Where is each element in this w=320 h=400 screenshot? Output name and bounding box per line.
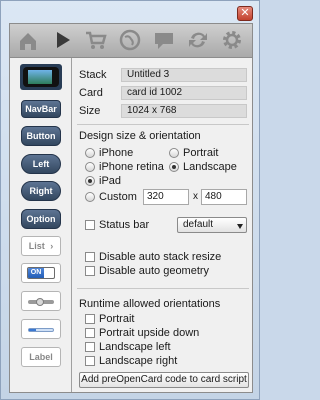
- palette-item-progress[interactable]: [28, 328, 54, 332]
- statusbar-checkbox[interactable]: [85, 220, 95, 230]
- radio-landscape-label[interactable]: Landscape: [183, 161, 237, 173]
- runtime-portrait-upside-down-checkbox[interactable]: [85, 328, 95, 338]
- close-icon[interactable]: ✕: [240, 7, 249, 19]
- window-frame: ✕ NavBar Button Left Right Option List ›…: [0, 0, 260, 400]
- radio-iphone-retina-label[interactable]: iPhone retina: [99, 161, 164, 173]
- add-preopencard-button[interactable]: Add preOpenCard code to card script: [79, 372, 249, 388]
- runtime-portrait-upside-down-label[interactable]: Portrait upside down: [99, 327, 199, 339]
- custom-times-label: x: [193, 191, 198, 202]
- radio-portrait-label[interactable]: Portrait: [183, 147, 218, 159]
- radio-custom[interactable]: [85, 192, 95, 202]
- palette-item-label[interactable]: Label: [21, 347, 61, 367]
- disable-geometry-checkbox[interactable]: [85, 266, 95, 276]
- stack-label: Stack: [79, 69, 107, 81]
- runtime-section-title: Runtime allowed orientations: [79, 298, 221, 310]
- radio-iphone-label[interactable]: iPhone: [99, 147, 133, 159]
- card-inspector: Stack Untitled 3 Card card id 1002 Size …: [73, 58, 253, 392]
- iphone-icon[interactable]: [23, 67, 59, 87]
- chevron-right-icon: ›: [50, 241, 54, 251]
- content-panel: NavBar Button Left Right Option List › O…: [9, 57, 253, 393]
- sync-icon[interactable]: [184, 26, 212, 54]
- chevron-down-icon: [237, 224, 243, 229]
- chat-icon[interactable]: [150, 26, 178, 54]
- palette-item-slider[interactable]: [28, 298, 54, 306]
- toolbar: [9, 23, 253, 57]
- divider: [77, 288, 249, 289]
- runtime-landscape-right-checkbox[interactable]: [85, 356, 95, 366]
- progress-fill: [29, 329, 37, 331]
- radio-iphone-retina[interactable]: [85, 162, 95, 172]
- disable-resize-label[interactable]: Disable auto stack resize: [99, 251, 221, 263]
- statusbar-select[interactable]: default: [177, 217, 247, 233]
- design-section-title: Design size & orientation: [79, 130, 201, 142]
- stack-value: Untitled 3: [121, 68, 247, 82]
- palette-item-left[interactable]: Left: [21, 154, 61, 174]
- palette-item-button[interactable]: Button: [21, 126, 61, 146]
- divider: [77, 124, 249, 125]
- disable-resize-checkbox[interactable]: [85, 252, 95, 262]
- palette-item-right[interactable]: Right: [21, 181, 61, 201]
- runtime-portrait-checkbox[interactable]: [85, 314, 95, 324]
- statusbar-select-value: default: [183, 219, 214, 230]
- custom-width-input[interactable]: 320: [143, 189, 189, 205]
- palette-item-list[interactable]: List ›: [21, 236, 61, 256]
- gear-icon[interactable]: [218, 26, 246, 54]
- runtime-landscape-left-checkbox[interactable]: [85, 342, 95, 352]
- runtime-portrait-label[interactable]: Portrait: [99, 313, 134, 325]
- radio-ipad[interactable]: [85, 176, 95, 186]
- play-icon[interactable]: [48, 26, 76, 54]
- radio-landscape[interactable]: [169, 162, 179, 172]
- disable-geometry-label[interactable]: Disable auto geometry: [99, 265, 209, 277]
- radio-iphone[interactable]: [85, 148, 95, 158]
- switch-on-label: ON: [28, 268, 44, 278]
- radio-ipad-label[interactable]: iPad: [99, 175, 121, 187]
- palette-item-switch[interactable]: ON: [27, 267, 55, 279]
- card-label: Card: [79, 87, 103, 99]
- list-label: List: [28, 241, 45, 251]
- runtime-landscape-left-label[interactable]: Landscape left: [99, 341, 171, 353]
- size-value: 1024 x 768: [121, 104, 247, 118]
- size-label: Size: [79, 105, 101, 117]
- statusbar-label[interactable]: Status bar: [99, 219, 149, 231]
- palette-item-option[interactable]: Option: [21, 209, 61, 229]
- radio-custom-label[interactable]: Custom: [99, 191, 137, 203]
- close-button[interactable]: ✕: [237, 6, 253, 21]
- runtime-landscape-right-label[interactable]: Landscape right: [99, 355, 177, 367]
- custom-height-input[interactable]: 480: [201, 189, 247, 205]
- radio-portrait[interactable]: [169, 148, 179, 158]
- globe-icon[interactable]: [116, 26, 144, 54]
- iphone-screen: [28, 70, 52, 84]
- object-palette: NavBar Button Left Right Option List › O…: [10, 58, 72, 392]
- cart-icon[interactable]: [82, 26, 110, 54]
- home-icon[interactable]: [14, 26, 42, 54]
- slider-thumb[interactable]: [35, 298, 44, 306]
- card-value: card id 1002: [121, 86, 247, 100]
- palette-item-navbar[interactable]: NavBar: [21, 100, 61, 118]
